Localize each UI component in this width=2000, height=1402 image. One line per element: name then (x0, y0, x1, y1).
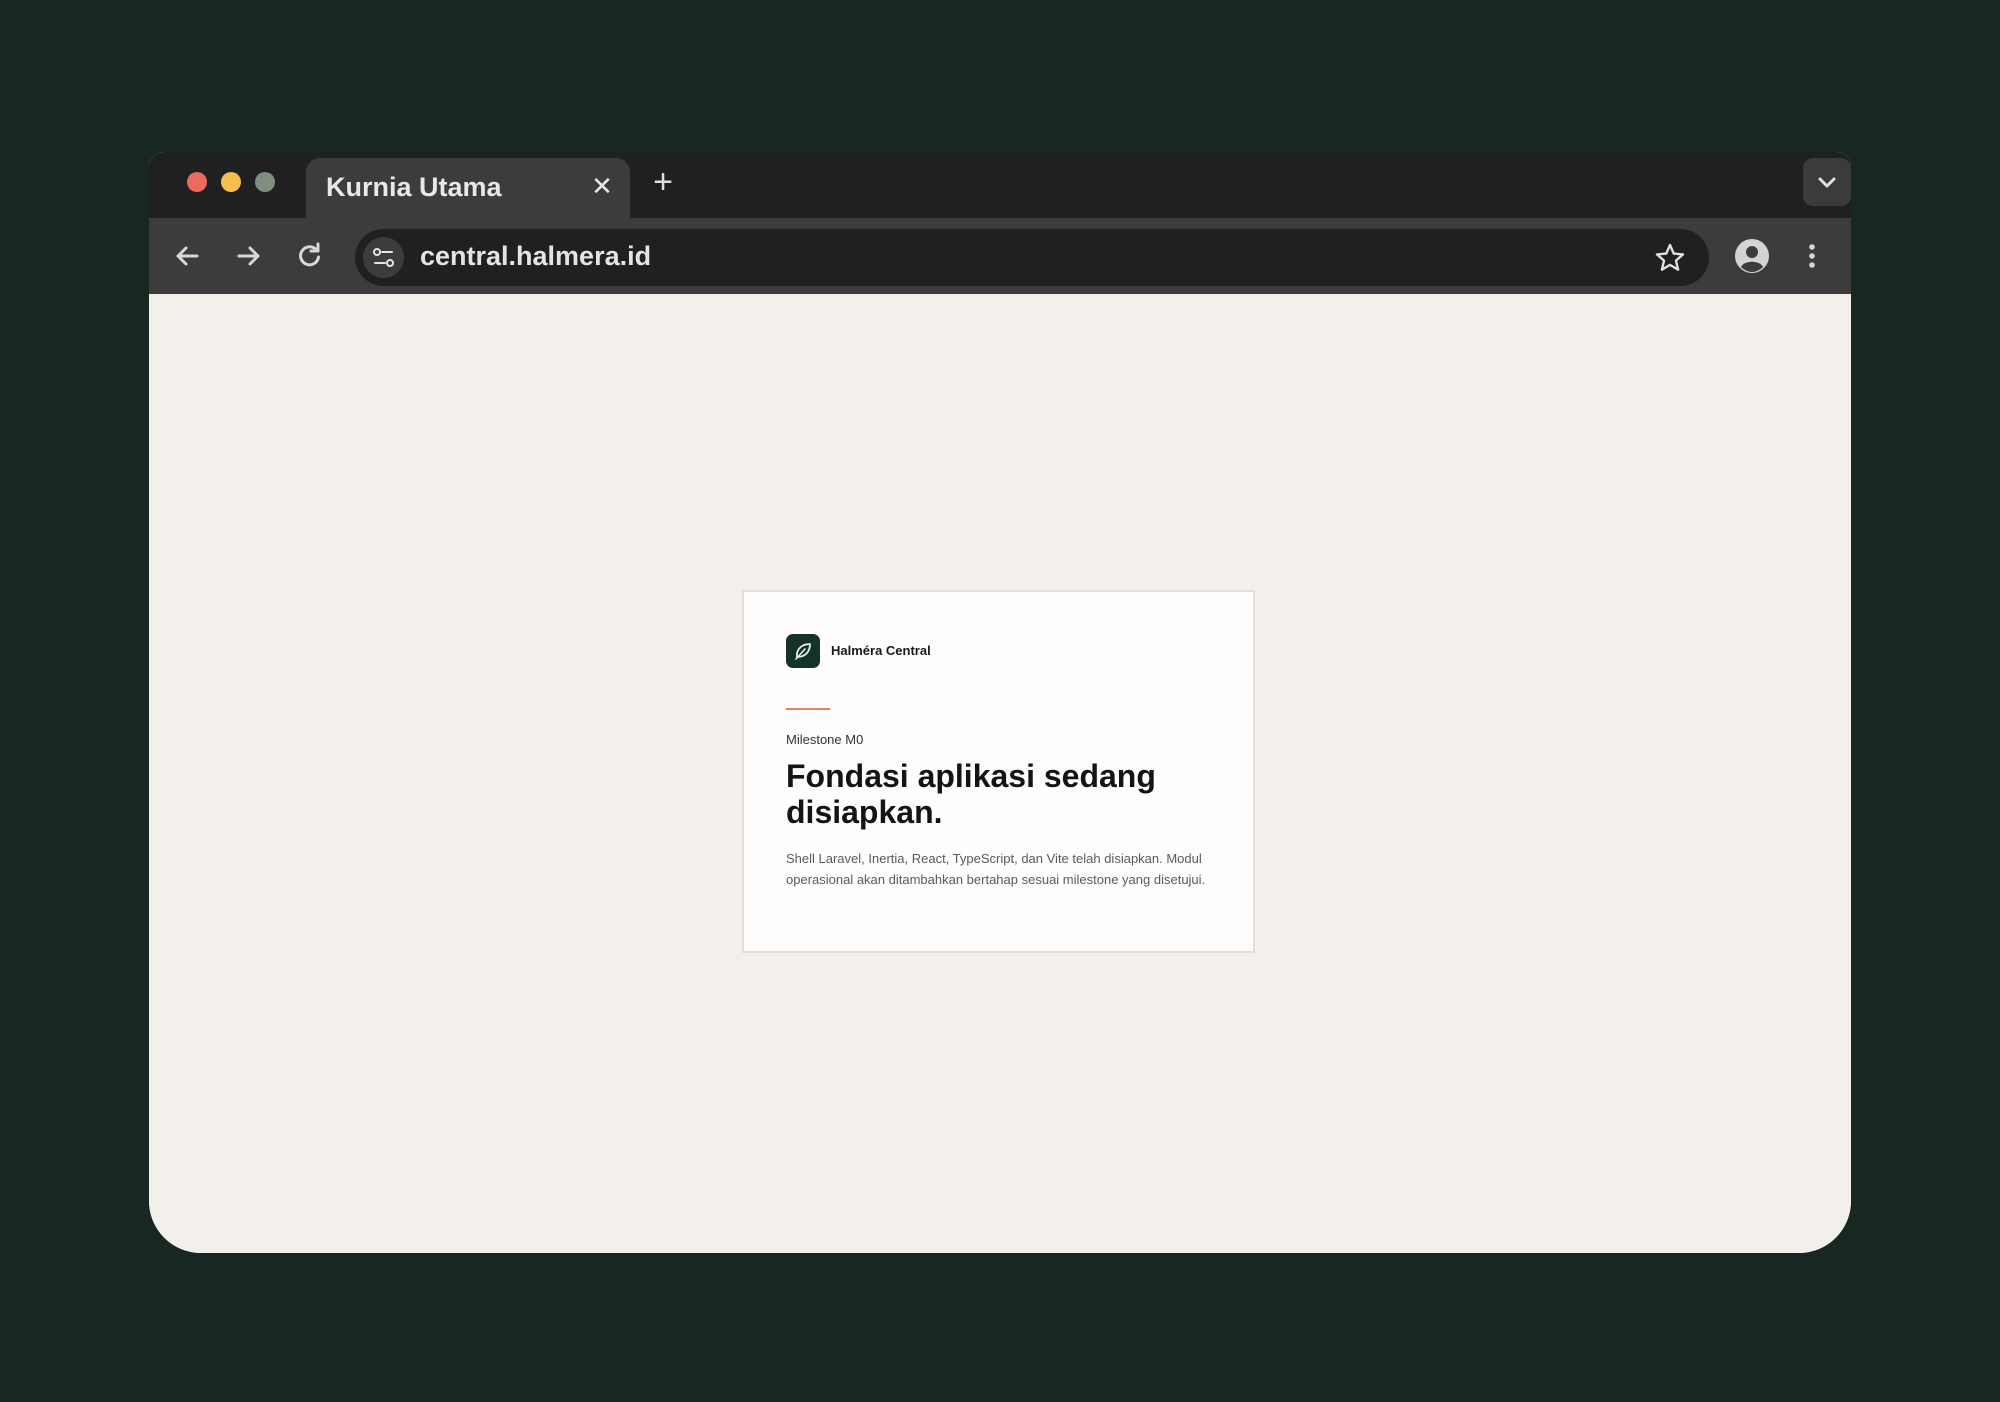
tune-icon (373, 248, 394, 267)
window-maximize-button[interactable] (255, 172, 275, 192)
window-minimize-button[interactable] (221, 172, 241, 192)
brand-name: Halméra Central (831, 643, 931, 658)
new-tab-button[interactable]: + (647, 165, 679, 199)
browser-window: Kurnia Utama ✕ + central.halmera.id Halm… (149, 152, 1851, 1253)
page-content: Halméra Central Milestone M0 Fondasi apl… (149, 294, 1851, 1253)
url-text[interactable]: central.halmera.id (420, 241, 651, 272)
tab-close-icon[interactable]: ✕ (588, 172, 616, 200)
status-card: Halméra Central Milestone M0 Fondasi apl… (742, 590, 1255, 953)
reload-icon[interactable] (290, 236, 330, 276)
star-icon[interactable] (1653, 241, 1687, 275)
page-title: Fondasi aplikasi sedang disiapkan. (786, 758, 1156, 830)
more-vert-icon[interactable] (1795, 239, 1829, 273)
site-info-button[interactable] (363, 237, 404, 278)
arrow-left-icon[interactable] (167, 236, 207, 276)
account-circle-icon[interactable] (1733, 237, 1771, 275)
chevron-down-icon (1818, 177, 1836, 188)
milestone-label: Milestone M0 (786, 732, 864, 747)
toolbar: central.halmera.id (149, 218, 1851, 294)
tab-title: Kurnia Utama (326, 172, 502, 202)
leaf-icon (795, 643, 811, 660)
accent-divider (786, 708, 830, 710)
brand-logo (786, 634, 820, 668)
tab-active[interactable]: Kurnia Utama ✕ (306, 158, 630, 218)
window-close-button[interactable] (187, 172, 207, 192)
tab-strip: Kurnia Utama ✕ + (149, 152, 1851, 218)
arrow-right-icon[interactable] (229, 236, 269, 276)
page-description: Shell Laravel, Inertia, React, TypeScrip… (786, 851, 1206, 887)
address-bar[interactable]: central.halmera.id (355, 229, 1709, 286)
tab-search-button[interactable] (1803, 158, 1851, 206)
